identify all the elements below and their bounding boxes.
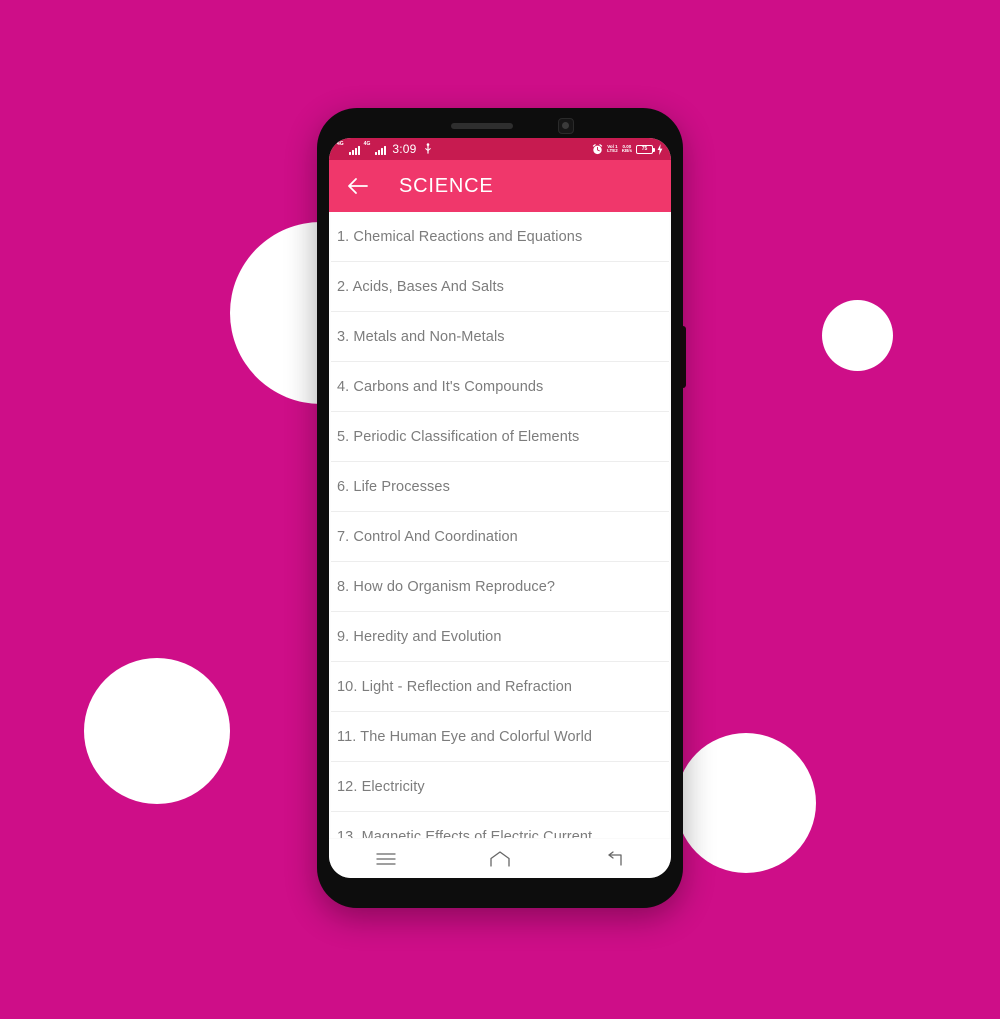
alarm-clock-icon bbox=[592, 143, 603, 154]
chapter-label: 10. Light - Reflection and Refraction bbox=[337, 678, 573, 695]
list-item[interactable]: 1. Chemical Reactions and Equations bbox=[331, 212, 669, 262]
home-icon bbox=[490, 850, 510, 867]
chapter-label: 13. Magnetic Effects of Electric Current bbox=[337, 828, 593, 839]
status-bar-right: Vol 1 LTE2 0.00 KB/s 75 bbox=[592, 143, 663, 155]
back-button[interactable] bbox=[343, 171, 373, 201]
chapter-label: 2. Acids, Bases And Salts bbox=[337, 278, 504, 295]
earpiece-speaker-icon bbox=[451, 123, 513, 129]
network-type-label-1: 4G bbox=[337, 141, 344, 147]
battery-level-label: 75 bbox=[641, 146, 648, 152]
volte-line-2: LTE2 bbox=[607, 148, 618, 153]
status-bar: 4G 4G 3:09 Vol 1 LTE2 0.00 KB/s 75 bbox=[329, 138, 671, 160]
back-arrow-icon bbox=[608, 850, 622, 866]
phone-screen: 4G 4G 3:09 Vol 1 LTE2 0.00 KB/s 75 SCIEN… bbox=[329, 138, 671, 878]
menu-icon bbox=[376, 852, 396, 865]
status-bar-left: 4G 4G 3:09 bbox=[337, 142, 432, 156]
list-item[interactable]: 6. Life Processes bbox=[331, 462, 669, 512]
signal-strength-icon-1 bbox=[348, 144, 360, 155]
chapter-label: 11. The Human Eye and Colorful World bbox=[337, 728, 593, 745]
chapter-label: 7. Control And Coordination bbox=[337, 528, 518, 545]
chapter-label: 8. How do Organism Reproduce? bbox=[337, 578, 556, 595]
list-item[interactable]: 3. Metals and Non-Metals bbox=[331, 312, 669, 362]
home-button[interactable] bbox=[477, 844, 523, 874]
chapter-label: 1. Chemical Reactions and Equations bbox=[337, 228, 583, 245]
charging-bolt-icon bbox=[657, 143, 663, 155]
network-speed-unit: KB/s bbox=[621, 148, 632, 153]
network-type-label-2: 4G bbox=[363, 141, 371, 147]
list-item[interactable]: 2. Acids, Bases And Salts bbox=[331, 262, 669, 312]
list-item[interactable]: 13. Magnetic Effects of Electric Current bbox=[331, 812, 669, 838]
chapter-label: 5. Periodic Classification of Elements bbox=[337, 428, 580, 445]
list-item[interactable]: 5. Periodic Classification of Elements bbox=[331, 412, 669, 462]
list-item[interactable]: 8. How do Organism Reproduce? bbox=[331, 562, 669, 612]
list-item[interactable]: 12. Electricity bbox=[331, 762, 669, 812]
app-bar: SCIENCE bbox=[329, 160, 671, 212]
list-item[interactable]: 10. Light - Reflection and Refraction bbox=[331, 662, 669, 712]
decor-circle-bottom-right bbox=[676, 733, 816, 873]
list-item[interactable]: 4. Carbons and It's Compounds bbox=[331, 362, 669, 412]
front-camera-icon bbox=[558, 118, 574, 134]
chapter-label: 6. Life Processes bbox=[337, 478, 450, 495]
chapter-label: 3. Metals and Non-Metals bbox=[337, 328, 505, 345]
recents-button[interactable] bbox=[363, 844, 409, 874]
network-speed-indicator: 0.00 KB/s bbox=[621, 144, 632, 154]
volte-indicator: Vol 1 LTE2 bbox=[607, 144, 618, 154]
usb-icon bbox=[424, 143, 431, 154]
chapter-label: 9. Heredity and Evolution bbox=[337, 628, 502, 645]
decor-circle-right-small bbox=[822, 300, 893, 371]
list-item[interactable]: 9. Heredity and Evolution bbox=[331, 612, 669, 662]
battery-icon: 75 bbox=[636, 144, 655, 154]
chapter-list[interactable]: 1. Chemical Reactions and Equations 2. A… bbox=[329, 212, 671, 838]
list-item[interactable]: 11. The Human Eye and Colorful World bbox=[331, 712, 669, 762]
page-title: SCIENCE bbox=[399, 174, 494, 197]
power-button[interactable] bbox=[680, 326, 686, 388]
android-nav-bar bbox=[329, 838, 671, 878]
arrow-left-icon bbox=[348, 178, 368, 194]
list-item[interactable]: 7. Control And Coordination bbox=[331, 512, 669, 562]
back-nav-button[interactable] bbox=[591, 844, 637, 874]
signal-strength-icon-2 bbox=[375, 144, 387, 155]
phone-device: 4G 4G 3:09 Vol 1 LTE2 0.00 KB/s 75 SCIEN… bbox=[317, 108, 686, 908]
decor-circle-bottom-left bbox=[84, 658, 230, 804]
chapter-label: 4. Carbons and It's Compounds bbox=[337, 378, 544, 395]
status-bar-clock: 3:09 bbox=[392, 142, 417, 156]
chapter-label: 12. Electricity bbox=[337, 778, 425, 795]
